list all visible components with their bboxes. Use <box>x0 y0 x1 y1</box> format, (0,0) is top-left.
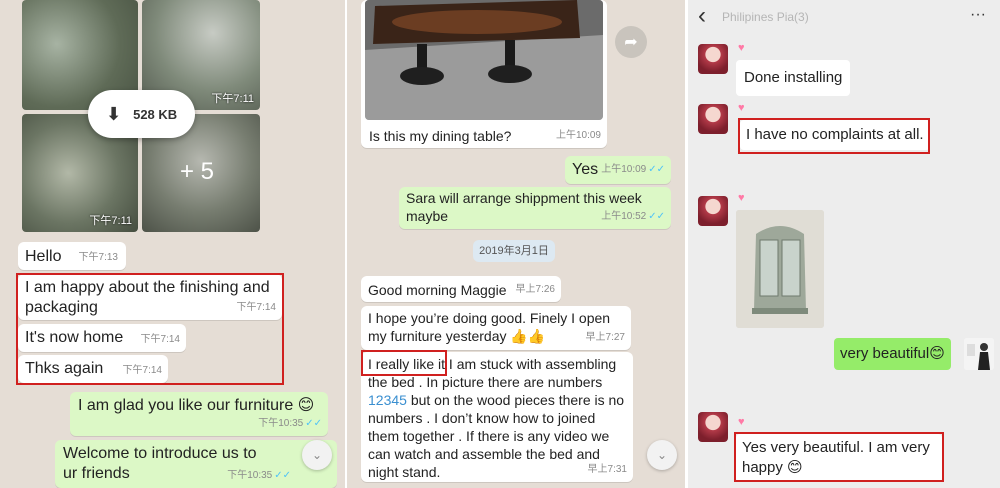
cabinet-image <box>736 210 824 328</box>
message-time: 上午10:09 <box>555 130 601 141</box>
chat-header: ‹ Philipines Pia(3) ··· <box>688 0 1000 34</box>
highlight-box <box>734 432 944 482</box>
read-ticks-icon: ✓✓ <box>274 470 291 481</box>
message-text: Good morning Maggie <box>368 282 507 298</box>
message-bubble: I hope you’re doing good. Finely I open … <box>361 306 631 350</box>
read-ticks-icon: ✓✓ <box>305 418 322 429</box>
chat-panel-whatsapp-2: Is this my dining table? 上午10:09 ➦ Yes 上… <box>347 0 685 488</box>
message-time: 上午10:09 ✓✓ <box>601 164 665 175</box>
download-size: 528 KB <box>133 106 178 122</box>
message-bubble-outgoing: Sara will arrange shippment this week ma… <box>399 187 671 229</box>
message-bubble-outgoing: Welcome to introduce us to ur friends 下午… <box>55 440 337 488</box>
heart-icon: ♥ <box>738 102 745 114</box>
message-time: 早上7:31 <box>587 464 627 475</box>
contact-avatar[interactable] <box>698 196 728 226</box>
message-time: 早上7:27 <box>585 332 625 343</box>
download-icon: ⬇ <box>106 103 122 124</box>
highlight-box <box>738 118 930 154</box>
read-ticks-icon: ✓✓ <box>648 211 665 222</box>
scroll-down-button[interactable]: ⌄ <box>647 440 677 470</box>
message-bubble: Done installing <box>736 60 851 96</box>
message-text: Is this my dining table? <box>369 128 512 144</box>
more-options-icon[interactable]: ··· <box>970 6 986 24</box>
message-time: 早上7:26 <box>515 284 555 295</box>
date-chip: 2019年3月1日 <box>473 240 555 262</box>
sender-name: ♥ <box>738 42 745 54</box>
message-text: Yes <box>572 161 599 178</box>
forward-button[interactable]: ➦ <box>615 26 647 58</box>
sender-name: ♥ <box>738 416 745 428</box>
image-message: Is this my dining table? 上午10:09 <box>361 0 607 148</box>
dining-table-image <box>365 0 603 120</box>
message-time: 下午10:35 ✓✓ <box>227 470 291 481</box>
chat-title: Philipines Pia(3) <box>722 10 809 24</box>
heart-icon: ♥ <box>738 416 745 428</box>
self-avatar[interactable] <box>964 338 994 370</box>
media-time: 下午7:11 <box>89 215 132 227</box>
media-time: 下午7:11 <box>211 93 254 105</box>
message-bubble-outgoing: very beautiful😊 <box>834 338 951 370</box>
self-avatar-image <box>964 338 994 370</box>
message-bubble: Hello 下午7:13 <box>18 242 126 270</box>
message-text: I am glad you like our furniture 😊 <box>78 397 315 414</box>
highlight-box <box>361 350 447 376</box>
heart-icon: ♥ <box>738 192 745 204</box>
scroll-down-button[interactable]: ⌄ <box>302 440 332 470</box>
message-time: 下午7:13 <box>78 252 118 263</box>
sender-name: ♥ <box>738 102 745 114</box>
message-bubble-outgoing: Yes 上午10:09 ✓✓ <box>565 156 671 184</box>
chevron-down-icon: ⌄ <box>656 448 668 462</box>
forward-arrow-icon: ➦ <box>624 34 638 51</box>
cabinet-photo[interactable] <box>736 210 824 328</box>
chat-panel-whatsapp-1: 下午7:11 下午7:11 + 5 ⬇ 528 KB Hello 下午7:13 … <box>0 0 345 488</box>
number-link[interactable]: 12345 <box>368 392 407 408</box>
message-bubble-outgoing: I am glad you like our furniture 😊 下午10:… <box>70 392 328 436</box>
read-ticks-icon: ✓✓ <box>648 164 665 175</box>
back-arrow-icon[interactable]: ‹ <box>698 2 706 30</box>
highlight-box <box>16 273 284 385</box>
message-bubble: Good morning Maggie 早上7:26 <box>361 276 561 302</box>
chat-panel-wechat: ‹ Philipines Pia(3) ··· ♥ Done installin… <box>688 0 1000 488</box>
contact-avatar[interactable] <box>698 104 728 134</box>
message-time: 下午10:35 ✓✓ <box>258 418 322 429</box>
chevron-down-icon: ⌄ <box>311 448 323 462</box>
more-media-count: + 5 <box>180 158 215 185</box>
message-time: 上午10:52 ✓✓ <box>601 211 665 222</box>
download-button[interactable]: ⬇ 528 KB <box>88 90 196 138</box>
sender-name: ♥ <box>738 192 745 204</box>
table-photo[interactable] <box>365 0 603 120</box>
message-text: Hello <box>25 248 62 265</box>
heart-icon: ♥ <box>738 42 745 54</box>
contact-avatar[interactable] <box>698 44 728 74</box>
contact-avatar[interactable] <box>698 412 728 442</box>
message-text-part: but on the wood pieces there is no numbe… <box>368 392 625 480</box>
